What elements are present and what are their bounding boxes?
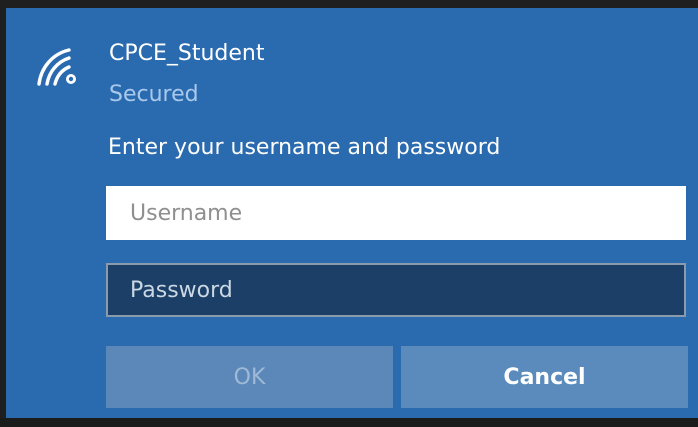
cancel-button[interactable]: Cancel	[401, 346, 688, 408]
ok-button[interactable]: OK	[106, 346, 393, 408]
wifi-secured-icon	[37, 48, 76, 86]
password-input[interactable]	[106, 263, 686, 317]
network-name: CPCE_Student	[109, 41, 265, 66]
taskbar-edge	[0, 418, 698, 427]
network-security-status: Secured	[109, 82, 199, 107]
credentials-prompt: Enter your username and password	[108, 135, 501, 160]
username-input[interactable]	[106, 186, 686, 240]
network-login-panel: CPCE_Student Secured Enter your username…	[6, 8, 698, 418]
